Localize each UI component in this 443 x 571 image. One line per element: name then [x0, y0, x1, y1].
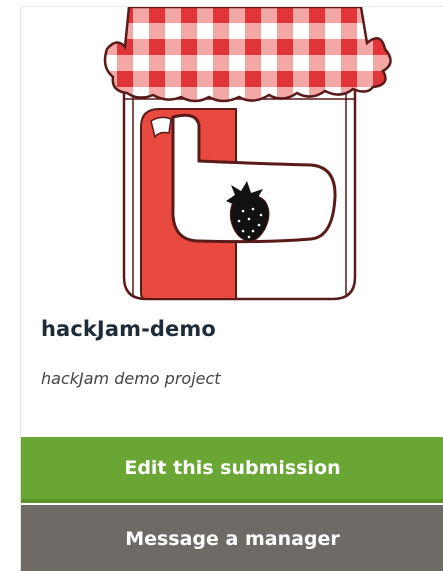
message-manager-button[interactable]: Message a manager	[21, 505, 443, 571]
edit-submission-button[interactable]: Edit this submission	[21, 437, 443, 503]
submission-card: hackJam-demo hackJam demo project Edit t…	[20, 6, 443, 571]
submission-title[interactable]: hackJam-demo	[41, 317, 216, 341]
submission-image	[21, 7, 443, 301]
message-manager-label: Message a manager	[125, 527, 340, 550]
edit-submission-label: Edit this submission	[124, 457, 341, 479]
submission-tagline: hackJam demo project	[41, 369, 221, 388]
jam-jar-strawberry-logo	[103, 7, 392, 301]
